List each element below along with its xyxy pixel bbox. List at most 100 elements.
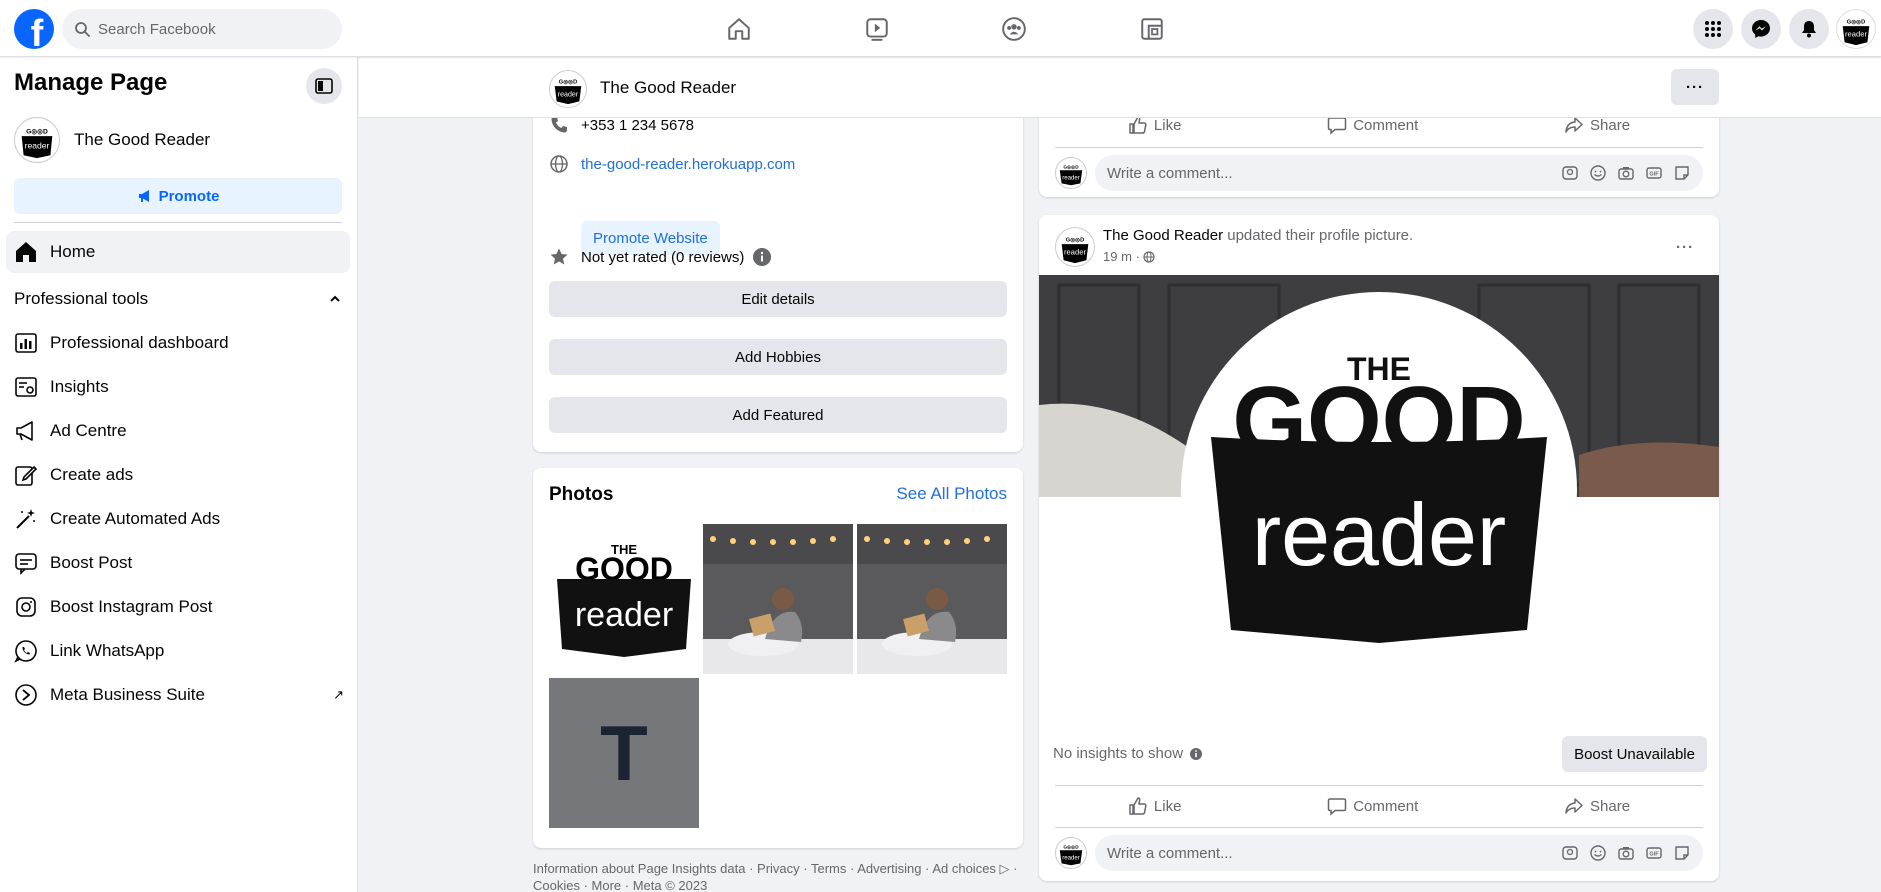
emoji-icon[interactable] [1589,844,1607,862]
search-bar[interactable] [62,9,342,49]
sidebar-page-profile[interactable]: G◎◎D reader The Good Reader [14,117,210,163]
post-options-button[interactable]: ··· [1667,229,1703,265]
like-button[interactable]: Like [1128,796,1181,816]
more-dots-icon: ··· [1686,78,1704,96]
external-link-icon: ↗ [333,687,344,702]
see-all-photos-link[interactable]: See All Photos [896,484,1007,504]
post-header-text: The Good Reader updated their profile pi… [1103,227,1413,244]
photo-thumbnail-placeholder[interactable]: T [549,678,699,828]
sidebar-item-create-automated-ads[interactable]: Create Automated Ads [14,501,344,537]
sidebar-item-label: Meta Business Suite [50,685,205,704]
nav-home[interactable] [684,8,794,50]
nav-gaming[interactable] [1097,8,1207,50]
gif-icon[interactable]: GIF [1645,844,1663,862]
sidebar-item-label: Professional dashboard [50,333,229,352]
manage-page-sidebar: Manage Page G◎◎D reader The Good Reader P… [0,57,358,892]
comment-input-container[interactable]: GIF [1095,155,1703,191]
sidebar-item-professional-dashboard[interactable]: Professional dashboard [14,325,344,361]
svg-text:G◎◎D: G◎◎D [559,79,577,85]
megaphone-icon [16,421,33,441]
photo-thumbnail-logo[interactable]: THE GOOD reader [549,524,699,674]
sidebar-item-meta-business-suite[interactable]: Meta Business Suite ↗ [14,677,344,713]
notifications-button[interactable] [1789,9,1829,49]
nav-groups[interactable] [959,8,1069,50]
sidebar-item-link-whatsapp[interactable]: Link WhatsApp [14,633,344,669]
page-header-bar: G◎◎D reader The Good Reader ··· [359,58,1881,118]
sticker-icon[interactable] [1673,164,1691,182]
apps-grid-icon [1705,21,1721,37]
professional-tools-header[interactable]: Professional tools [14,289,342,309]
comment-input[interactable] [1107,844,1561,862]
comment-input[interactable] [1107,164,1561,182]
section-label: Professional tools [14,289,149,308]
comment-button[interactable]: Comment [1327,796,1418,816]
svg-text:G◎◎D: G◎◎D [1063,844,1079,849]
magic-wand-icon [16,509,35,529]
sidebar-item-label: Boost Instagram Post [50,597,213,616]
add-featured-button[interactable]: Add Featured [549,397,1007,433]
promote-button[interactable]: Promote [14,178,342,214]
sidebar-item-insights[interactable]: Insights [14,369,344,405]
camera-icon[interactable] [1617,844,1635,862]
post-author-name[interactable]: The Good Reader [1103,227,1223,244]
sidebar-item-boost-post[interactable]: Boost Post [14,545,344,581]
messenger-button[interactable] [1741,9,1781,49]
edit-details-button[interactable]: Edit details [549,281,1007,317]
post-author-avatar[interactable]: G◎◎D reader [1055,227,1095,267]
nav-video[interactable] [822,8,932,50]
page-header-name: The Good Reader [600,78,737,97]
comment-composer: G◎◎D reader GIF [1055,835,1703,871]
page-header-avatar[interactable]: G◎◎D reader [549,70,587,108]
sidebar-item-label: Link WhatsApp [50,641,165,660]
profile-picture-image: THE GOOD reader [1039,275,1719,725]
sidebar-item-label: Create Automated Ads [50,509,221,528]
commenter-avatar: G◎◎D reader [1055,157,1087,189]
boost-unavailable-button[interactable]: Boost Unavailable [1562,736,1707,772]
insights-text: No insights to show [1053,745,1184,762]
facebook-logo[interactable]: f [14,9,54,49]
info-icon[interactable] [1189,747,1203,761]
share-button[interactable]: Share [1564,115,1630,135]
share-icon [1565,798,1583,814]
avatar-sticker-icon[interactable] [1561,844,1579,862]
search-input[interactable] [98,20,318,38]
emoji-icon[interactable] [1589,164,1607,182]
sidebar-item-boost-instagram-post[interactable]: Boost Instagram Post [14,589,344,625]
avatar-sticker-icon[interactable] [1561,164,1579,182]
comment-button[interactable]: Comment [1327,115,1418,135]
comment-icon [1327,117,1347,135]
share-button[interactable]: Share [1564,796,1630,816]
instagram-icon [16,597,36,617]
info-icon[interactable] [752,247,772,267]
photo-image [857,524,1007,674]
gif-icon[interactable]: GIF [1645,164,1663,182]
photo-thumbnail-reading-child[interactable] [703,524,853,674]
sticker-icon[interactable] [1673,844,1691,862]
profile-avatar[interactable]: G◎◎D reader [1836,9,1876,49]
post-timestamp[interactable]: 19 m · [1103,249,1155,264]
promote-label: Promote [158,187,220,205]
comment-toolbar: GIF [1561,844,1691,862]
comment-icon [1327,798,1347,816]
photo-thumbnail-reading-child-2[interactable] [857,524,1007,674]
whatsapp-icon [14,640,37,663]
add-hobbies-button[interactable]: Add Hobbies [549,339,1007,375]
page-more-button[interactable]: ··· [1671,69,1719,105]
good-reader-logo-image: THE GOOD reader [557,542,691,657]
comment-input-container[interactable]: GIF [1095,835,1703,871]
like-button[interactable]: Like [1128,115,1181,135]
sidebar-item-home[interactable]: Home [6,231,350,273]
menu-button[interactable] [1693,9,1733,49]
collapse-sidebar-button[interactable] [306,68,342,104]
chevron-up-icon [330,295,340,302]
camera-icon[interactable] [1617,164,1635,182]
sidebar-item-ad-centre[interactable]: Ad Centre [14,413,344,449]
post-profile-picture-image[interactable]: THE GOOD reader [1039,275,1719,725]
footer-links[interactable]: Information about Page Insights data · P… [533,860,1023,892]
website-link[interactable]: the-good-reader.herokuapp.com [581,156,795,173]
good-reader-logo-icon: G◎◎D reader [21,128,53,159]
sidebar-item-create-ads[interactable]: Create ads [14,457,344,493]
phone-icon [551,117,567,133]
home-outline-icon [728,18,750,40]
photos-card: Photos See All Photos THE GOOD reader T [533,468,1023,848]
